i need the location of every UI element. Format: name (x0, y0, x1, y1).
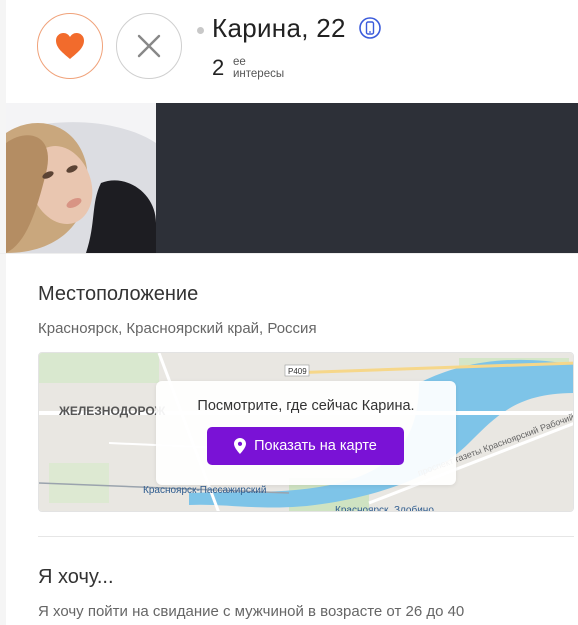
map-label-district: ЖЕЛЕЗНОДОРОЖ (58, 404, 166, 418)
map-label-station1: Красноярск-Пассажирский (143, 485, 266, 496)
location-title: Местоположение (38, 283, 199, 305)
location-pin-icon (234, 438, 247, 454)
close-icon (137, 34, 161, 58)
location-address: Красноярск, Красноярский край, Россия (38, 320, 317, 337)
profile-name: Карина, 22 (212, 13, 346, 43)
status-dot (197, 27, 204, 34)
show-on-map-label: Показать на карте (254, 438, 377, 454)
divider (0, 253, 578, 254)
profile-photo[interactable] (6, 103, 156, 253)
interests-label[interactable]: ее интересы (233, 56, 284, 80)
like-button[interactable] (37, 13, 103, 79)
skip-button[interactable] (116, 13, 182, 79)
show-on-map-button[interactable]: Показать на карте (207, 427, 404, 465)
mobile-phone-icon (359, 17, 381, 39)
wants-title: Я хочу... (38, 566, 114, 588)
heart-icon (56, 33, 84, 59)
map-label-station2: Красноярск, Злобино (335, 504, 434, 512)
map-label-road: Р409 (288, 367, 307, 376)
map-overlay-text: Посмотрите, где сейчас Карина. (197, 398, 415, 414)
photo-strip (6, 103, 578, 253)
wants-text: Я хочу пойти на свидание с мужчиной в во… (38, 603, 465, 620)
interests-count[interactable]: 2 (212, 55, 224, 81)
map-overlay: Посмотрите, где сейчас Карина. Показать … (156, 381, 456, 485)
profile-card (6, 0, 578, 625)
section-divider (38, 536, 574, 537)
